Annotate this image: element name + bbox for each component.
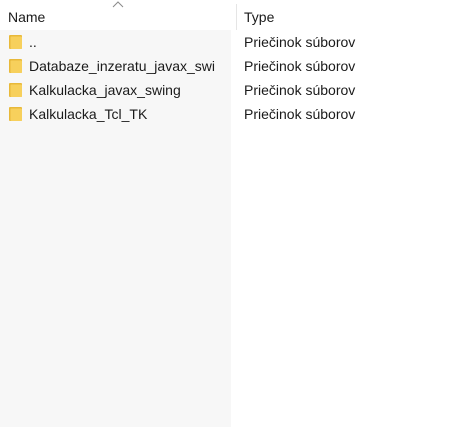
column-header-bar: Name Type [0,0,473,30]
list-item[interactable]: Kalkulacka_Tcl_TK Priečinok súborov [0,102,473,126]
folder-icon [9,83,22,97]
folder-icon [9,35,22,49]
folder-icon [9,59,22,73]
file-rows: .. Priečinok súborov Databaze_inzeratu_j… [0,30,473,126]
file-name: Kalkulacka_javax_swing [29,82,181,98]
folder-icon [9,107,22,121]
column-header-name[interactable]: Name [8,8,228,28]
file-type: Priečinok súborov [244,34,356,50]
file-type: Priečinok súborov [244,106,356,122]
list-item[interactable]: .. Priečinok súborov [0,30,473,54]
file-name: Kalkulacka_Tcl_TK [29,106,148,122]
file-type: Priečinok súborov [244,82,356,98]
file-list-view: Name Type .. Priečinok súborov Databaze_… [0,0,473,427]
column-header-type[interactable]: Type [244,8,444,28]
list-item[interactable]: Kalkulacka_javax_swing Priečinok súborov [0,78,473,102]
file-type: Priečinok súborov [244,58,356,74]
chevron-up-icon[interactable] [112,0,124,8]
file-name: Databaze_inzeratu_javax_swi [29,58,215,74]
column-divider[interactable] [236,4,237,30]
list-item[interactable]: Databaze_inzeratu_javax_swi Priečinok sú… [0,54,473,78]
file-name: .. [29,34,37,50]
